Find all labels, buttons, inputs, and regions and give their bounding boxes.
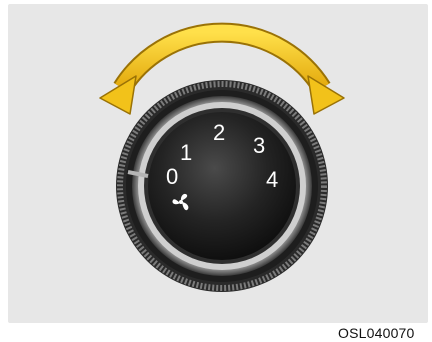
figure-code: OSL040070	[338, 325, 415, 341]
position-2-label: 2	[213, 120, 225, 145]
position-3-label: 3	[253, 133, 265, 158]
position-0-label: 0	[166, 164, 178, 189]
fan-speed-control-illustration: 0 1 2 3 4	[99, 22, 345, 292]
position-4-label: 4	[266, 167, 278, 192]
illustration-frame: 0 1 2 3 4 OSL040070	[0, 0, 432, 342]
position-1-label: 1	[180, 140, 192, 165]
